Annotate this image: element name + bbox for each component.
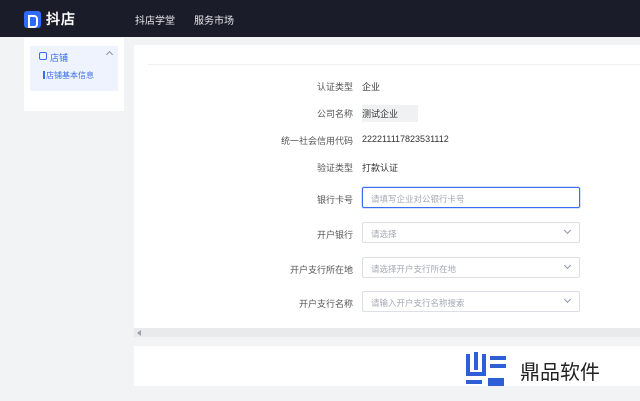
- chevron-up-icon[interactable]: [105, 50, 114, 59]
- logo[interactable]: 抖店: [24, 9, 76, 29]
- logo-icon: [24, 10, 41, 28]
- nav-academy[interactable]: 抖店学堂: [135, 12, 175, 27]
- bank-placeholder: 请选择: [371, 229, 397, 239]
- bank-card-label: 银行卡号: [316, 195, 353, 205]
- sidebar-item-shop-info[interactable]: 店铺基本信息: [46, 70, 94, 81]
- nav-service-market[interactable]: 服务市场: [194, 12, 234, 27]
- auth-type-label: 认证类型: [316, 82, 353, 92]
- credit-code-value: 222211117823531112: [362, 134, 449, 144]
- credit-code-label: 统一社会信用代码: [280, 136, 353, 146]
- top-bar: 抖店 抖店学堂 服务市场: [0, 0, 640, 37]
- watermark-text: 鼎品软件: [520, 359, 600, 384]
- form-panel: 认证类型 企业 公司名称 测试企业 统一社会信用代码 2222111178235…: [134, 45, 640, 328]
- sidebar-group-label: 店铺: [50, 53, 69, 63]
- active-indicator: [43, 71, 45, 79]
- bank-select[interactable]: 请选择: [362, 222, 580, 243]
- bank-card-placeholder: 请填写企业对公银行卡号: [371, 194, 465, 204]
- divider: [148, 64, 640, 65]
- branch-name-placeholder: 请输入开户支行名称搜索: [371, 298, 465, 308]
- auth-type-value: 企业: [362, 82, 381, 92]
- chevron-down-icon: [563, 226, 572, 235]
- sidebar: 店铺 店铺基本信息: [24, 38, 124, 111]
- company-label: 公司名称: [316, 109, 353, 119]
- scroll-left-icon[interactable]: [137, 330, 141, 336]
- branch-name-select[interactable]: 请输入开户支行名称搜索: [362, 291, 580, 312]
- verify-type-label: 验证类型: [316, 163, 353, 173]
- chevron-down-icon: [563, 261, 572, 270]
- verify-type-value: 打款认证: [362, 163, 399, 173]
- bank-label: 开户银行: [316, 230, 353, 240]
- company-value: 测试企业: [362, 105, 419, 122]
- branch-name-label: 开户支行名称: [298, 299, 353, 309]
- logo-text: 抖店: [46, 11, 76, 27]
- branch-location-placeholder: 请选择开户支行所在地: [371, 264, 457, 274]
- sidebar-group-shop[interactable]: 店铺 店铺基本信息: [30, 46, 118, 91]
- horizontal-scrollbar[interactable]: [134, 328, 640, 337]
- chevron-down-icon: [563, 295, 572, 304]
- bank-card-input[interactable]: 请填写企业对公银行卡号: [362, 187, 580, 208]
- shop-icon: [39, 52, 47, 60]
- branch-location-label: 开户支行所在地: [289, 265, 353, 275]
- watermark-logo-icon: [462, 350, 512, 390]
- watermark: 鼎品软件: [462, 350, 600, 390]
- branch-location-select[interactable]: 请选择开户支行所在地: [362, 257, 580, 278]
